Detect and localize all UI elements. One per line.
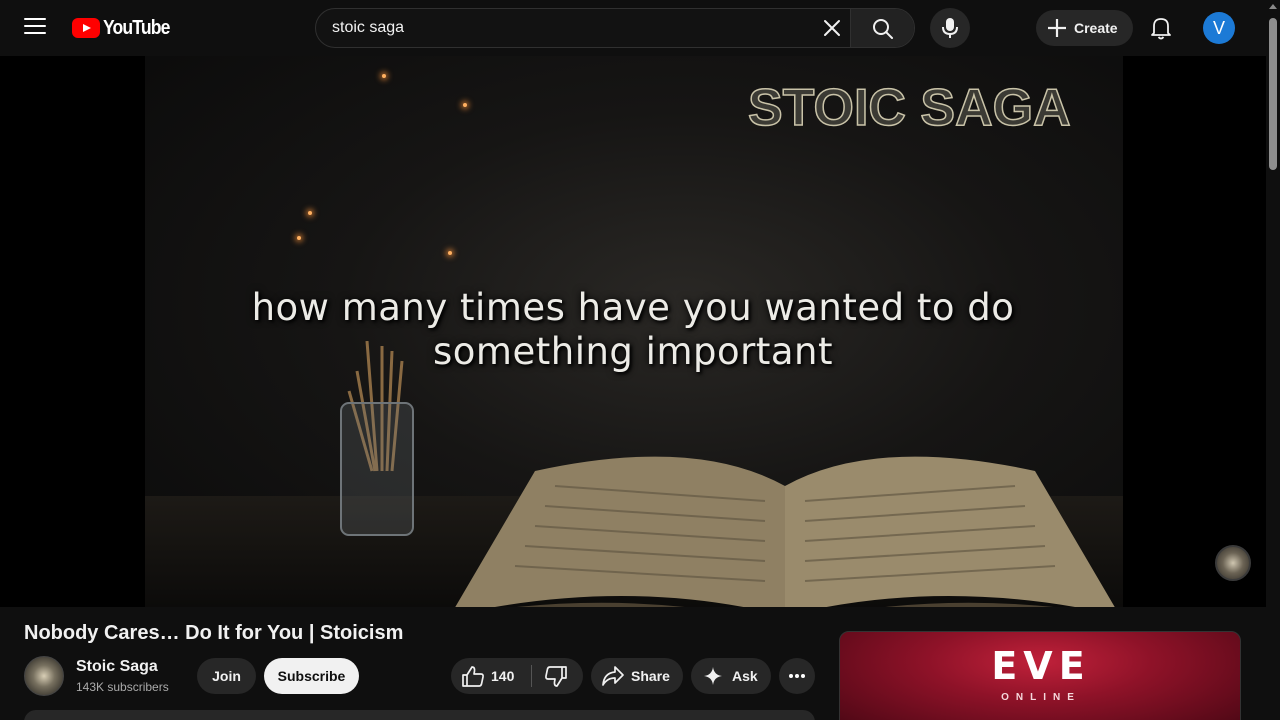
- masthead: YouTube Create V: [0, 0, 1266, 56]
- youtube-logo-icon: [72, 18, 100, 38]
- subscribe-button[interactable]: Subscribe: [264, 658, 359, 694]
- ember: [297, 236, 301, 240]
- search-icon: [873, 19, 893, 39]
- ask-button[interactable]: Ask: [691, 658, 771, 694]
- search-input[interactable]: [316, 9, 852, 47]
- description-box[interactable]: [24, 710, 815, 720]
- menu-icon[interactable]: [24, 18, 46, 38]
- dislike-button[interactable]: [532, 658, 583, 694]
- share-icon: [602, 666, 624, 686]
- youtube-logo[interactable]: YouTube: [72, 17, 179, 39]
- voice-search-button[interactable]: [930, 8, 970, 48]
- search-box: [315, 8, 915, 48]
- channel-name[interactable]: Stoic Saga: [76, 658, 158, 676]
- notifications-button[interactable]: [1146, 13, 1176, 43]
- video-title: Nobody Cares… Do It for You | Stoicism: [24, 622, 404, 644]
- page-scrollbar[interactable]: [1266, 0, 1280, 720]
- mic-icon: [942, 18, 958, 38]
- ad-logo-sub: ONLINE: [1001, 692, 1081, 703]
- ember: [448, 251, 452, 255]
- share-label: Share: [631, 668, 670, 684]
- account-avatar[interactable]: V: [1203, 12, 1235, 44]
- open-book-image: [455, 456, 1115, 607]
- bell-icon: [1151, 18, 1171, 40]
- like-count: 140: [491, 668, 515, 684]
- subscriber-count: 143K subscribers: [76, 680, 169, 694]
- close-icon[interactable]: [820, 16, 844, 40]
- like-dislike-group: 140: [451, 658, 583, 694]
- scroll-thumb[interactable]: [1269, 18, 1277, 170]
- ad-banner[interactable]: EVE ONLINE: [839, 631, 1241, 720]
- create-button[interactable]: Create: [1036, 10, 1133, 46]
- thumbs-down-icon: [545, 666, 567, 687]
- thumbs-up-icon: [462, 666, 484, 687]
- sparkle-icon: [704, 667, 722, 685]
- channel-avatar[interactable]: [24, 656, 64, 696]
- video-player[interactable]: STOIC SAGA how many times have you wante…: [0, 56, 1266, 607]
- search-button[interactable]: [850, 9, 914, 47]
- logo-text: YouTube: [103, 16, 170, 39]
- create-label: Create: [1074, 20, 1118, 36]
- join-button[interactable]: Join: [197, 658, 256, 694]
- channel-watermark[interactable]: [1215, 545, 1251, 581]
- ember: [308, 211, 312, 215]
- plus-icon: [1048, 19, 1066, 37]
- ember: [463, 103, 467, 107]
- overlay-title: STOIC SAGA: [747, 78, 1071, 138]
- share-button[interactable]: Share: [591, 658, 683, 694]
- subtitle-line-1: how many times have you wanted to do: [251, 286, 1015, 329]
- ad-logo: EVE: [991, 644, 1091, 688]
- like-button[interactable]: 140: [451, 658, 531, 694]
- scroll-up-arrow[interactable]: [1269, 4, 1277, 9]
- more-actions-button[interactable]: [779, 658, 815, 694]
- ember: [382, 74, 386, 78]
- subtitle-line-2: something important: [433, 330, 833, 373]
- video-subtitles: how many times have you wanted to do som…: [0, 286, 1266, 374]
- ask-label: Ask: [732, 668, 758, 684]
